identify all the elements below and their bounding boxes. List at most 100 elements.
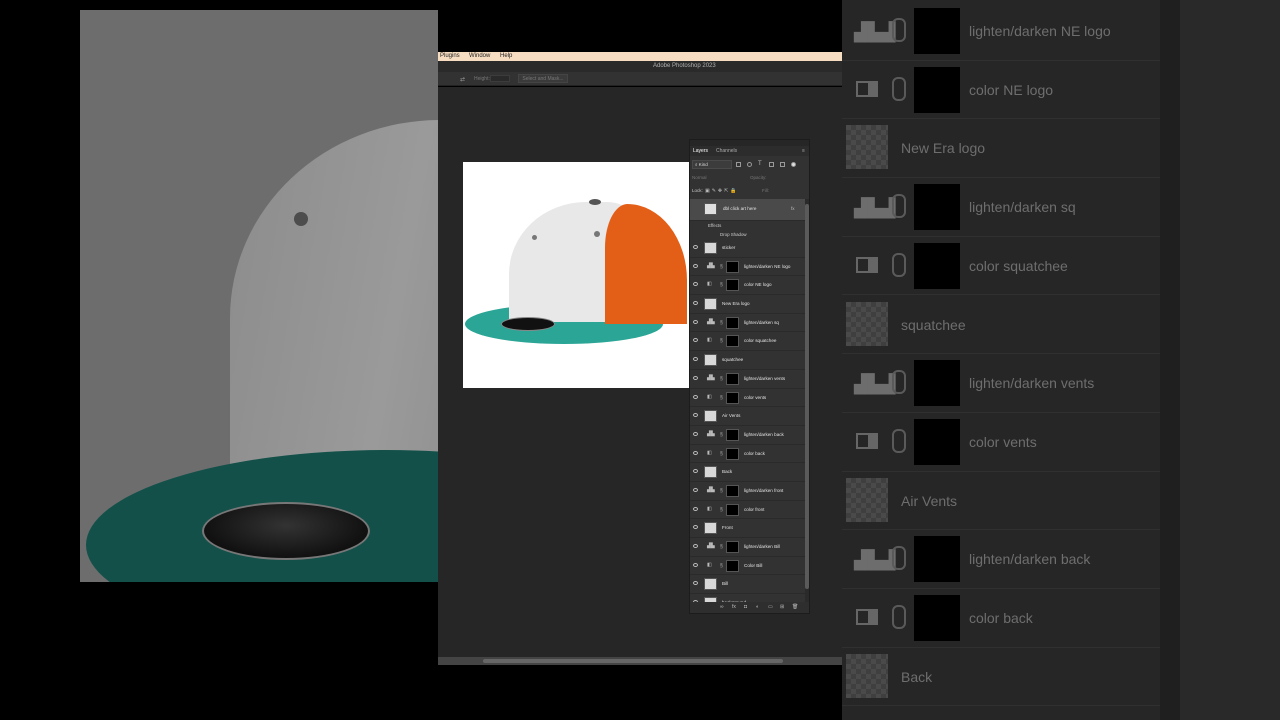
- layer-mask-thumbnail[interactable]: [726, 503, 739, 516]
- visibility-eye-icon[interactable]: [693, 525, 698, 530]
- link-icon[interactable]: ∞: [720, 604, 724, 610]
- layer-row[interactable]: ▟▙ § lighten/darken front: [690, 482, 805, 501]
- effects-row[interactable]: Effects: [690, 221, 805, 230]
- filter-adjustment-icon[interactable]: [747, 162, 752, 167]
- layer-mask-thumbnail[interactable]: [726, 279, 739, 292]
- layer-row[interactable]: squatchee: [690, 351, 805, 370]
- link-chain-icon[interactable]: §: [720, 320, 723, 326]
- filter-toggle-icon[interactable]: [791, 162, 796, 167]
- link-chain-icon[interactable]: §: [720, 563, 723, 569]
- layer-row[interactable]: ▟▙ § lighten/darken Bill: [690, 538, 805, 557]
- visibility-eye-icon[interactable]: [693, 245, 698, 249]
- visibility-eye-icon[interactable]: [693, 544, 698, 548]
- layer-mask-thumbnail[interactable]: [726, 484, 739, 497]
- scrollbar-thumb[interactable]: [483, 659, 783, 663]
- blend-mode-select[interactable]: Normal: [692, 175, 707, 180]
- link-chain-icon[interactable]: §: [720, 432, 723, 438]
- layer-row[interactable]: Back: [690, 463, 805, 482]
- layer-mask-thumbnail[interactable]: [726, 335, 739, 348]
- visibility-eye-icon[interactable]: [693, 357, 698, 362]
- layer-row[interactable]: New Era logo: [690, 295, 805, 314]
- visibility-eye-icon[interactable]: [693, 562, 698, 567]
- layer-row[interactable]: ▟▙ § lighten/darken NE logo: [690, 258, 805, 277]
- link-chain-icon[interactable]: §: [720, 264, 723, 270]
- layer-mask-thumbnail[interactable]: [726, 260, 739, 273]
- layer-row[interactable]: ◧ § color front: [690, 501, 805, 520]
- visibility-eye-icon[interactable]: [693, 487, 698, 492]
- visibility-eye-icon[interactable]: [693, 469, 698, 474]
- horizontal-scrollbar[interactable]: [438, 657, 842, 665]
- layer-mask-thumbnail[interactable]: [726, 372, 739, 385]
- menu-help[interactable]: Help: [500, 52, 512, 61]
- filter-shape-icon[interactable]: [769, 162, 774, 167]
- filter-smart-object-icon[interactable]: [780, 162, 785, 167]
- layer-row[interactable]: ▟▙ § lighten/darken sq: [690, 314, 805, 333]
- link-chain-icon[interactable]: §: [720, 282, 723, 288]
- link-chain-icon[interactable]: §: [720, 488, 723, 494]
- layer-mask-thumbnail[interactable]: [726, 391, 739, 404]
- mask-thumbnail: [914, 242, 960, 289]
- menu-window[interactable]: Window: [469, 52, 490, 61]
- filter-pixel-icon[interactable]: [736, 162, 741, 167]
- link-chain-icon[interactable]: §: [720, 451, 723, 457]
- zoomed-layer-row: ▟▙▟ lighten/darken NE logo: [842, 2, 1160, 61]
- folder-icon[interactable]: ▭: [768, 604, 773, 610]
- layer-row[interactable]: ◧ § color back: [690, 445, 805, 464]
- layer-row[interactable]: ◧ § color NE logo: [690, 276, 805, 296]
- link-chain-icon[interactable]: §: [720, 338, 723, 344]
- fx-icon[interactable]: fx: [732, 604, 736, 610]
- layer-row[interactable]: Front: [690, 519, 805, 538]
- scrollbar-thumb[interactable]: [805, 204, 809, 589]
- layer-mask-thumbnail[interactable]: [726, 428, 739, 441]
- tab-channels[interactable]: Channels: [716, 146, 737, 156]
- visibility-eye-icon[interactable]: [693, 413, 698, 418]
- layer-row-selected[interactable]: dbl click art here fx: [690, 199, 805, 221]
- fx-badge[interactable]: fx: [791, 199, 795, 219]
- lock-icons[interactable]: ▣✎✥⇱🔒: [705, 188, 739, 194]
- layer-row[interactable]: background: [690, 594, 805, 602]
- mask-icon[interactable]: ◘: [744, 604, 747, 610]
- swap-icon[interactable]: ⇄: [460, 76, 465, 83]
- layer-row[interactable]: sticker: [690, 239, 805, 258]
- visibility-eye-icon[interactable]: [693, 450, 698, 455]
- kind-filter-select[interactable]: ⌕ Kind: [692, 160, 732, 169]
- layer-mask-thumbnail[interactable]: [726, 447, 739, 460]
- height-input[interactable]: [490, 75, 510, 82]
- panel-menu-icon[interactable]: ≡: [802, 146, 805, 156]
- link-chain-icon[interactable]: §: [720, 376, 723, 382]
- tab-layers[interactable]: Layers: [693, 146, 708, 156]
- filter-type-icon[interactable]: T: [758, 161, 763, 167]
- adjustment-icon[interactable]: ◐: [756, 604, 759, 610]
- visibility-eye-icon[interactable]: [693, 338, 698, 343]
- select-and-mask-button[interactable]: Select and Mask...: [518, 74, 568, 83]
- layer-row[interactable]: Bill: [690, 575, 805, 595]
- new-layer-icon[interactable]: ⊞: [780, 604, 784, 610]
- link-chain-icon[interactable]: §: [720, 395, 723, 401]
- layer-row[interactable]: ▟▙ § lighten/darken vents: [690, 370, 805, 389]
- visibility-eye-icon[interactable]: [693, 282, 698, 287]
- visibility-eye-icon[interactable]: [693, 394, 698, 399]
- zoomed-layer-row: Air Vents: [842, 472, 1160, 531]
- layer-row[interactable]: ▟▙ § lighten/darken back: [690, 426, 805, 445]
- link-chain-icon[interactable]: §: [720, 507, 723, 513]
- visibility-eye-icon[interactable]: [693, 319, 698, 324]
- visibility-eye-icon[interactable]: [693, 581, 698, 586]
- layer-mask-thumbnail[interactable]: [726, 316, 739, 329]
- visibility-eye-icon[interactable]: [693, 506, 698, 511]
- visibility-eye-icon[interactable]: [693, 263, 698, 268]
- visibility-eye-icon[interactable]: [693, 301, 698, 306]
- layer-mask-thumbnail[interactable]: [726, 559, 739, 572]
- layer-row[interactable]: Air Vents: [690, 407, 805, 426]
- trash-icon[interactable]: 🗑: [792, 604, 798, 610]
- visibility-eye-icon[interactable]: [693, 431, 698, 436]
- visibility-eye-icon[interactable]: [693, 375, 698, 380]
- layer-row[interactable]: ◧ § Color Bill: [690, 557, 805, 576]
- menu-plugins[interactable]: Plugins: [440, 52, 460, 61]
- document-canvas[interactable]: [463, 162, 691, 388]
- layers-scrollbar[interactable]: [805, 199, 809, 602]
- drop-shadow-row[interactable]: Drop Shadow: [690, 230, 805, 239]
- layer-row[interactable]: ◧ § color vents: [690, 389, 805, 408]
- link-chain-icon[interactable]: §: [720, 544, 723, 550]
- layer-row[interactable]: ◧ § color squatchee: [690, 332, 805, 352]
- layer-mask-thumbnail[interactable]: [726, 541, 739, 553]
